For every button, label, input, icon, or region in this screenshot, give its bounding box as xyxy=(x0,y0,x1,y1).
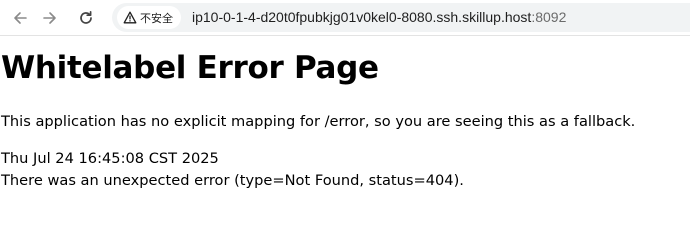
reload-icon xyxy=(80,10,92,24)
warning-triangle-icon xyxy=(123,11,137,24)
error-message: This application has no explicit mapping… xyxy=(1,113,636,130)
back-arrow-icon xyxy=(14,12,27,24)
address-bar[interactable]: 不安全 ip10-0-1-4-d20t0fpubkjg01v0kel0-8080… xyxy=(112,3,690,32)
url-host: ip10-0-1-4-d20t0fpubkjg01v0kel0-8080.ssh… xyxy=(192,9,532,25)
back-button[interactable] xyxy=(6,4,34,32)
security-label: 不安全 xyxy=(140,11,173,25)
error-detail: There was an unexpected error (type=Not … xyxy=(1,172,464,189)
browser-toolbar: 不安全 ip10-0-1-4-d20t0fpubkjg01v0kel0-8080… xyxy=(0,0,690,36)
error-timestamp: Thu Jul 24 16:45:08 CST 2025 xyxy=(1,150,219,167)
page-title: Whitelabel Error Page xyxy=(1,50,379,86)
forward-arrow-icon xyxy=(43,12,56,24)
reload-button[interactable] xyxy=(72,4,100,32)
forward-button[interactable] xyxy=(36,4,64,32)
url-text[interactable]: ip10-0-1-4-d20t0fpubkjg01v0kel0-8080.ssh… xyxy=(192,9,566,25)
url-port: :8092 xyxy=(531,9,567,25)
site-security-chip[interactable]: 不安全 xyxy=(117,6,181,29)
